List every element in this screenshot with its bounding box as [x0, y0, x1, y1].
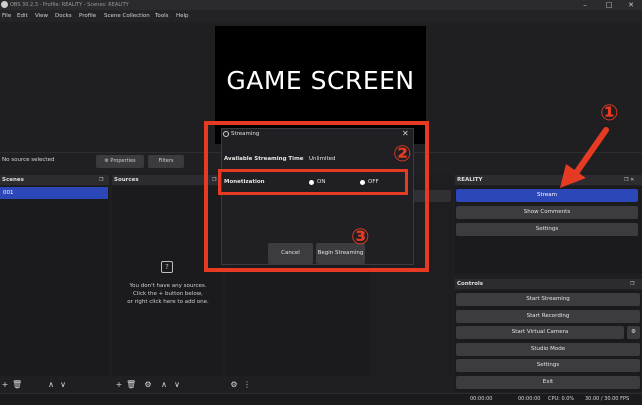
- annotation-number-two: ②: [393, 142, 412, 167]
- mixer-menu-dots-icon[interactable]: ⋮: [242, 379, 252, 391]
- annotation-monetization-box: [218, 169, 408, 195]
- source-down-button[interactable]: ∨: [172, 379, 182, 391]
- annotation-arrow-icon: [560, 127, 609, 188]
- sources-title: Sources: [114, 177, 139, 183]
- no-source-label: No source selected: [2, 157, 55, 163]
- source-up-button[interactable]: ∧: [159, 379, 169, 391]
- exit-button[interactable]: Exit: [456, 376, 640, 389]
- controls-undock-icon[interactable]: ❐: [630, 279, 634, 289]
- add-scene-button[interactable]: +: [0, 379, 10, 391]
- source-properties-gear-icon[interactable]: ⚙: [143, 379, 153, 391]
- window-title: OBS 30.2.3 - Profile: REALITY - Scenes: …: [10, 2, 129, 8]
- record-time: 00:00:00: [518, 396, 541, 402]
- scenes-list[interactable]: [0, 186, 109, 376]
- start-virtual-camera-button[interactable]: Start Virtual Camera: [456, 326, 624, 339]
- scenes-undock-icon[interactable]: ❐: [99, 175, 103, 185]
- filters-button[interactable]: Filters: [148, 155, 184, 168]
- controls-dock-header: Controls: [455, 279, 642, 289]
- studio-mode-button[interactable]: Studio Mode: [456, 343, 640, 356]
- gear-icon: ⚙: [104, 158, 109, 164]
- show-comments-button[interactable]: Show Comments: [456, 206, 638, 219]
- empty-line-3: or right click here to add one.: [127, 299, 209, 305]
- scene-item[interactable]: 001: [0, 187, 108, 199]
- virtual-camera-settings-gear-icon[interactable]: ⚙: [627, 326, 640, 339]
- minimize-button[interactable]: –: [574, 0, 596, 10]
- controls-settings-button[interactable]: Settings: [456, 359, 640, 372]
- annotation-number-three: ③: [351, 225, 370, 250]
- menu-help[interactable]: Help: [176, 10, 189, 22]
- menu-file[interactable]: File: [2, 10, 11, 22]
- sources-empty-message: You don't have any sources. Click the + …: [112, 282, 224, 306]
- scenes-title: Scenes: [2, 177, 24, 183]
- scenes-dock-header: Scenes: [0, 175, 109, 185]
- reality-undock-icon[interactable]: ❐ ✕: [624, 175, 634, 185]
- window-titlebar: OBS 30.2.3 - Profile: REALITY - Scenes: …: [0, 0, 642, 10]
- start-streaming-button[interactable]: Start Streaming: [456, 293, 640, 306]
- properties-button[interactable]: ⚙ Properties: [96, 155, 144, 168]
- filters-label: Filters: [158, 158, 174, 164]
- properties-label: Properties: [110, 158, 136, 164]
- mixer-settings-gear-icon[interactable]: ⚙: [229, 379, 239, 391]
- remove-source-button[interactable]: 🗑: [126, 379, 136, 391]
- menu-scene-collection[interactable]: Scene Collection: [104, 10, 150, 22]
- status-bar: [0, 393, 642, 405]
- menu-profile[interactable]: Profile: [79, 10, 96, 22]
- close-window-button[interactable]: ✕: [620, 0, 642, 10]
- reality-settings-button[interactable]: Settings: [456, 223, 638, 236]
- menu-docks[interactable]: Docks: [55, 10, 72, 22]
- empty-line-2: Click the + button below,: [133, 291, 203, 297]
- controls-title: Controls: [457, 281, 484, 287]
- menu-view[interactable]: View: [35, 10, 48, 22]
- scene-down-button[interactable]: ∨: [58, 379, 68, 391]
- menu-tools[interactable]: Tools: [155, 10, 169, 22]
- add-source-button[interactable]: +: [114, 379, 124, 391]
- question-icon: ?: [161, 261, 173, 273]
- remove-scene-button[interactable]: 🗑: [12, 379, 22, 391]
- empty-line-1: You don't have any sources.: [129, 283, 207, 289]
- obs-logo-icon: [1, 1, 8, 8]
- reality-title: REALITY: [457, 177, 483, 183]
- annotation-number-one: ①: [600, 101, 619, 126]
- menu-bar: File Edit View Docks Profile Scene Colle…: [0, 10, 642, 22]
- start-recording-button[interactable]: Start Recording: [456, 310, 640, 323]
- cpu-usage: CPU: 0.0%: [548, 396, 575, 402]
- stream-time: 00:00:00: [470, 396, 493, 402]
- maximize-button[interactable]: □: [598, 0, 620, 10]
- scene-up-button[interactable]: ∧: [46, 379, 56, 391]
- fps-display: 30.00 / 30.00 FPS: [585, 396, 630, 402]
- preview-game-screen-text: GAME SCREEN: [226, 66, 415, 95]
- menu-edit[interactable]: Edit: [17, 10, 28, 22]
